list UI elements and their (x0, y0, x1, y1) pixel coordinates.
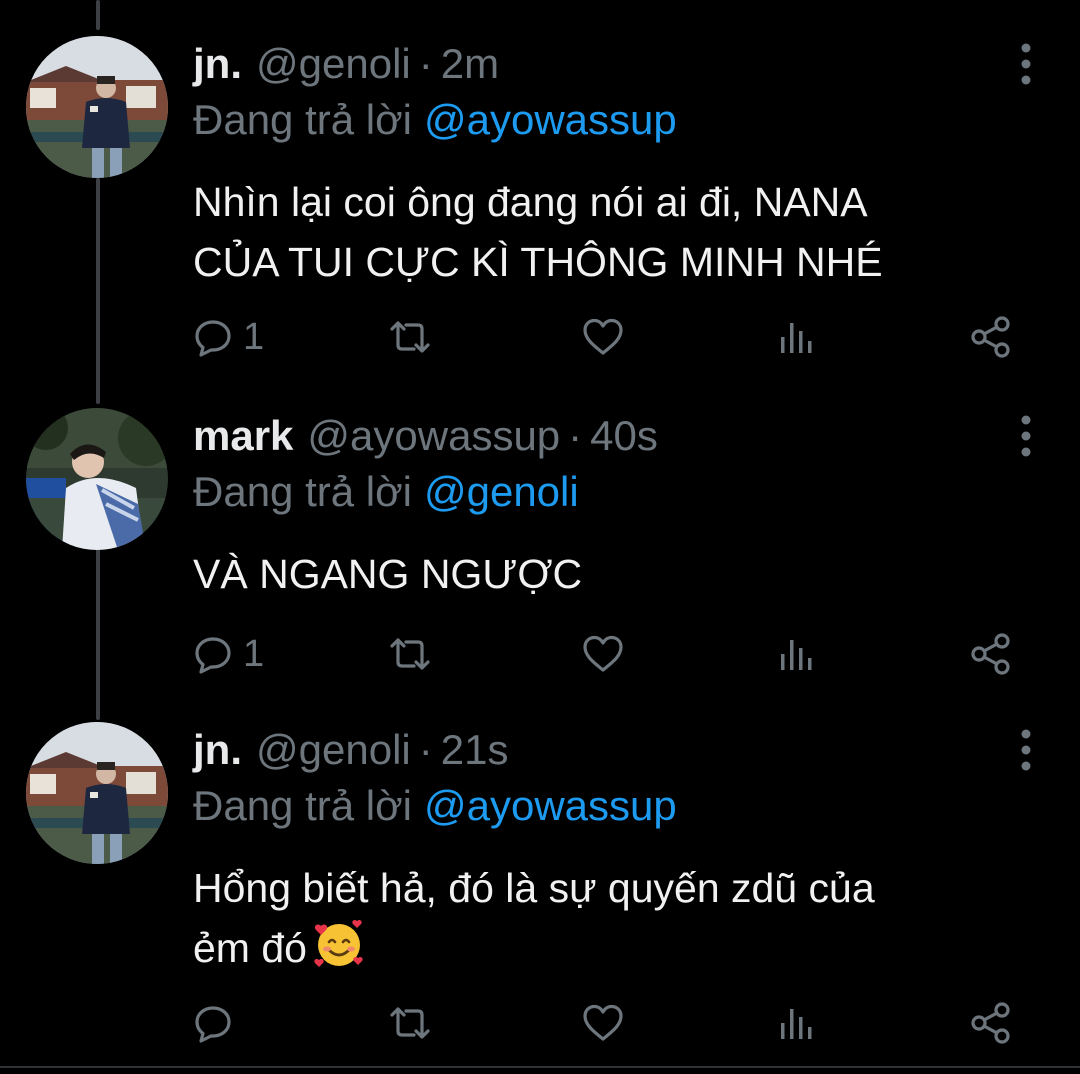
timestamp[interactable]: 40s (590, 412, 658, 460)
user-handle[interactable]: @genoli (256, 726, 411, 774)
reply-count: 1 (243, 632, 265, 675)
separator-dot: · (418, 726, 433, 773)
analytics-button[interactable] (778, 313, 814, 361)
share-icon (971, 633, 1010, 675)
more-options-icon[interactable] (1018, 42, 1034, 86)
mention-link[interactable]: @ayowassup (424, 782, 677, 829)
tweet-text-line: ẻm đó (193, 925, 307, 971)
avatar[interactable] (26, 722, 168, 864)
share-button[interactable] (969, 313, 1013, 361)
bottom-divider (0, 1066, 1080, 1068)
replying-to: Đang trả lời @ayowassup (193, 96, 677, 144)
tweet-header: mark @ayowassup · 40s (193, 408, 658, 464)
thread-line-top (96, 0, 100, 30)
avatar-jn-image (26, 36, 168, 178)
retweet-icon (390, 321, 430, 353)
like-button[interactable] (582, 313, 624, 361)
retweet-icon (390, 638, 430, 670)
retweet-button[interactable] (386, 313, 434, 361)
separator-dot: · (568, 412, 583, 459)
avatar[interactable] (26, 36, 168, 178)
timestamp[interactable]: 2m (441, 40, 499, 88)
analytics-button[interactable] (778, 630, 814, 678)
tweet-actions (0, 999, 1080, 1047)
share-icon (971, 1002, 1010, 1044)
mention-link[interactable]: @ayowassup (424, 96, 677, 143)
like-icon (583, 318, 623, 355)
reply-count: 1 (243, 315, 265, 358)
avatar[interactable] (26, 408, 168, 550)
reply-icon (195, 1006, 231, 1043)
user-handle[interactable]: @ayowassup (307, 412, 560, 460)
tweet-text: Nhìn lại coi ông đang nói ai đi, NANA CỦ… (193, 172, 1033, 292)
more-options-icon[interactable] (1018, 414, 1034, 458)
retweet-icon (390, 1007, 430, 1039)
like-icon (583, 635, 623, 672)
analytics-icon (781, 1009, 812, 1039)
replying-to: Đang trả lời @ayowassup (193, 782, 677, 830)
tweet-text-line-with-emoji: ẻm đó (193, 918, 1033, 986)
reply-button[interactable] (193, 999, 243, 1047)
display-name[interactable]: jn. (193, 726, 242, 774)
like-button[interactable] (582, 630, 624, 678)
tweet-text-line: Hổng biết hả, đó là sự quyến zdũ của (193, 865, 875, 911)
display-name[interactable]: mark (193, 412, 293, 460)
reply-icon (195, 637, 231, 674)
analytics-icon (781, 640, 812, 670)
tweet-actions: 1 (0, 313, 1080, 361)
share-button[interactable] (969, 999, 1013, 1047)
tweet-text-line: Nhìn lại coi ông đang nói ai đi, NANA (193, 179, 868, 225)
tweet-header: jn. @genoli · 21s (193, 722, 508, 778)
share-button[interactable] (969, 630, 1013, 678)
like-icon (583, 1004, 623, 1041)
separator-dot: · (418, 40, 433, 87)
analytics-icon (781, 323, 812, 353)
replying-to-label: Đang trả lời (193, 782, 412, 829)
more-options-icon[interactable] (1018, 728, 1034, 772)
replying-to-label: Đang trả lời (193, 96, 412, 143)
tweet-actions: 1 (0, 630, 1080, 678)
retweet-button[interactable] (386, 999, 434, 1047)
display-name[interactable]: jn. (193, 40, 242, 88)
retweet-button[interactable] (386, 630, 434, 678)
tweet-text: Hổng biết hả, đó là sự quyến zdũ của ẻm … (193, 858, 1033, 986)
mention-link[interactable]: @genoli (424, 468, 579, 515)
replying-to-label: Đang trả lời (193, 468, 412, 515)
replying-to: Đang trả lời @genoli (193, 468, 579, 516)
avatar-mark-image (26, 408, 168, 550)
thread-line-1 (96, 178, 100, 404)
reply-icon (195, 320, 231, 357)
tweet-text-line: VÀ NGANG NGƯỢC (193, 551, 583, 597)
timestamp[interactable]: 21s (441, 726, 509, 774)
avatar-jn-image (26, 722, 168, 864)
user-handle[interactable]: @genoli (256, 40, 411, 88)
like-button[interactable] (582, 999, 624, 1047)
tweet-text-line: CỦA TUI CỰC KÌ THÔNG MINH NHÉ (193, 239, 883, 285)
reply-button[interactable]: 1 (193, 630, 264, 678)
smiling-face-with-hearts-icon (313, 918, 365, 986)
tweet-header: jn. @genoli · 2m (193, 36, 499, 92)
share-icon (971, 316, 1010, 358)
tweet-text: VÀ NGANG NGƯỢC (193, 544, 1033, 604)
reply-button[interactable]: 1 (193, 313, 264, 361)
analytics-button[interactable] (778, 999, 814, 1047)
